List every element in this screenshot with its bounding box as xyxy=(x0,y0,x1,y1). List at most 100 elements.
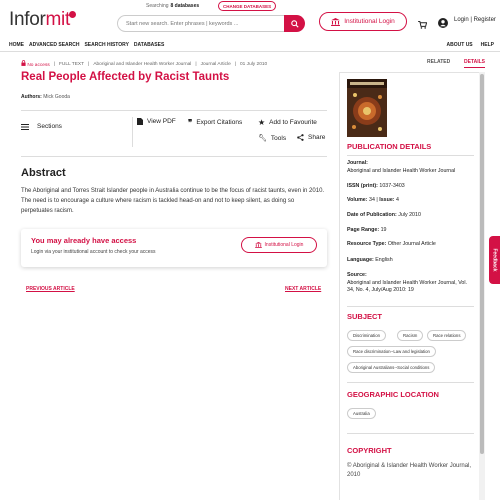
institution-icon xyxy=(254,242,262,248)
divider xyxy=(347,433,474,434)
nav-search-history[interactable]: SEARCH HISTORY xyxy=(84,42,128,48)
journal-detail: Journal: Aboriginal and Islander Health … xyxy=(347,160,475,175)
export-citations-button[interactable]: ❞ Export Citations xyxy=(188,118,242,127)
divider xyxy=(21,110,327,111)
divider xyxy=(347,382,474,383)
source-detail: Source: Aboriginal and Islander Health W… xyxy=(347,272,475,295)
lock-icon xyxy=(21,60,26,66)
author-name[interactable]: Mick Gooda xyxy=(43,94,70,100)
quote-icon: ❞ xyxy=(188,118,193,127)
geographic-location-heading: GEOGRAPHIC LOCATION xyxy=(347,390,439,399)
meta-separator: | xyxy=(195,61,197,67)
abstract-heading: Abstract xyxy=(21,167,66,179)
authors: Authors: Mick Gooda xyxy=(21,94,70,100)
feedback-label: Feedback xyxy=(491,248,498,272)
wrench-icon: 🔧︎ xyxy=(258,135,267,142)
cart-icon[interactable] xyxy=(418,16,428,34)
no-access-label: No access xyxy=(27,63,50,68)
issn-value: 1037-3403 xyxy=(379,183,405,189)
journal-name: Aboriginal and Islander Health Worker Jo… xyxy=(93,61,192,67)
resource-type-label: Resource Type: xyxy=(347,241,387,247)
databases-count[interactable]: 8 databases xyxy=(171,3,200,9)
login-register-link[interactable]: Login | Register xyxy=(454,17,496,23)
institutional-login-button[interactable]: Institutional Login xyxy=(319,12,407,31)
journal-label: Journal: xyxy=(347,160,368,166)
issue-value: 4 xyxy=(396,197,399,203)
issue-label: Issue: xyxy=(379,197,395,203)
add-to-favourite-label: Add to Favourite xyxy=(269,119,317,126)
feedback-tab[interactable]: Feedback xyxy=(489,236,500,284)
user-icon[interactable] xyxy=(438,15,448,33)
journal-value: Aboriginal and Islander Health Worker Jo… xyxy=(347,167,456,174)
abstract-text: The Aboriginal and Torres Strait Islande… xyxy=(21,188,325,214)
tools-button[interactable]: 🔧︎ Tools xyxy=(258,134,287,143)
divider xyxy=(21,156,327,157)
list-icon xyxy=(21,123,29,130)
meta-separator: | xyxy=(234,61,236,67)
share-button[interactable]: Share xyxy=(297,134,325,141)
volume-label: Volume: xyxy=(347,197,368,203)
divider xyxy=(347,306,474,307)
informit-logo[interactable]: Informit xyxy=(9,9,76,31)
secondary-nav: ABOUT US HELP xyxy=(447,42,494,48)
tab-details[interactable]: DETAILS xyxy=(464,59,486,68)
sections-label: Sections xyxy=(37,123,62,130)
access-card: You may already have access Login via yo… xyxy=(21,229,327,267)
searching-status: Searching 8 databases xyxy=(146,3,199,9)
document-icon xyxy=(137,118,143,125)
subject-tag[interactable]: Discrimination xyxy=(347,330,386,341)
resource-type-detail: Resource Type: Other Journal Article xyxy=(347,241,475,249)
institution-icon xyxy=(331,17,341,26)
search-button[interactable] xyxy=(284,15,305,32)
next-article-link[interactable]: NEXT ARTICLE xyxy=(285,286,321,292)
language-value: English xyxy=(375,257,393,263)
view-pdf-label: View PDF xyxy=(147,118,176,125)
nav-home[interactable]: HOME xyxy=(9,42,24,48)
subject-heading: SUBJECT xyxy=(347,312,383,321)
previous-article-link[interactable]: PREVIOUS ARTICLE xyxy=(26,286,75,292)
location-tag[interactable]: Australia xyxy=(347,408,376,419)
resource-type-value: Other Journal Article xyxy=(387,241,436,247)
card-institutional-login-button[interactable]: Institutional Login xyxy=(241,237,317,253)
nav-about-us[interactable]: ABOUT US xyxy=(447,42,473,48)
tab-related[interactable]: RELATED xyxy=(427,59,450,65)
tools-label: Tools xyxy=(270,134,287,142)
article-type: Journal Article xyxy=(200,61,231,67)
subject-tag[interactable]: Aboriginal Australians--Social condition… xyxy=(347,362,436,373)
sections-toggle[interactable]: Sections xyxy=(21,123,62,130)
search-icon xyxy=(290,19,299,28)
star-icon: ★ xyxy=(258,118,266,127)
share-label: Share xyxy=(308,134,326,141)
language-detail: Language: English xyxy=(347,257,475,265)
panel-scrollbar-thumb[interactable] xyxy=(480,74,484,454)
subject-tag[interactable]: Racism xyxy=(397,330,424,341)
divider xyxy=(347,155,474,156)
subject-tag[interactable]: Race discrimination--Law and legislation xyxy=(347,346,436,357)
page-range-label: Page Range: xyxy=(347,227,380,233)
details-panel: PUBLICATION DETAILS Journal: Aboriginal … xyxy=(339,72,480,500)
article-meta: No access | FULL TEXT | Aboriginal and I… xyxy=(21,60,267,68)
logo-dot xyxy=(69,11,76,18)
search-input[interactable] xyxy=(117,15,284,32)
logo-text-part2: mit xyxy=(45,9,71,30)
access-card-text: Login via your institutional account to … xyxy=(31,249,156,255)
nav-advanced-search[interactable]: ADVANCED SEARCH xyxy=(29,42,79,48)
nav-databases[interactable]: DATABASES xyxy=(134,42,164,48)
add-to-favourite-button[interactable]: ★ Add to Favourite xyxy=(258,118,317,127)
source-value: Aboriginal and Islander Health Worker Jo… xyxy=(347,279,468,294)
vertical-divider xyxy=(132,117,133,147)
issn-detail: ISSN (print): 1037-3403 xyxy=(347,183,475,191)
view-pdf-button[interactable]: View PDF xyxy=(137,118,176,125)
meta-separator: | xyxy=(53,61,55,67)
main-nav: HOME ADVANCED SEARCH SEARCH HISTORY DATA… xyxy=(9,42,164,48)
subject-tag[interactable]: Race relations xyxy=(427,330,467,341)
header-divider xyxy=(0,51,500,52)
page-range-detail: Page Range: 19 xyxy=(347,227,475,235)
change-databases-button[interactable]: CHANGE DATABASES xyxy=(218,1,277,11)
issn-label: ISSN (print): xyxy=(347,183,378,189)
copyright-text: © Aboriginal & Islander Health Worker Jo… xyxy=(347,463,472,478)
nav-help[interactable]: HELP xyxy=(481,42,494,48)
page-range-value: 19 xyxy=(380,227,387,233)
share-icon xyxy=(297,134,304,141)
publication-date-detail: Date of Publication: July 2010 xyxy=(347,212,475,220)
